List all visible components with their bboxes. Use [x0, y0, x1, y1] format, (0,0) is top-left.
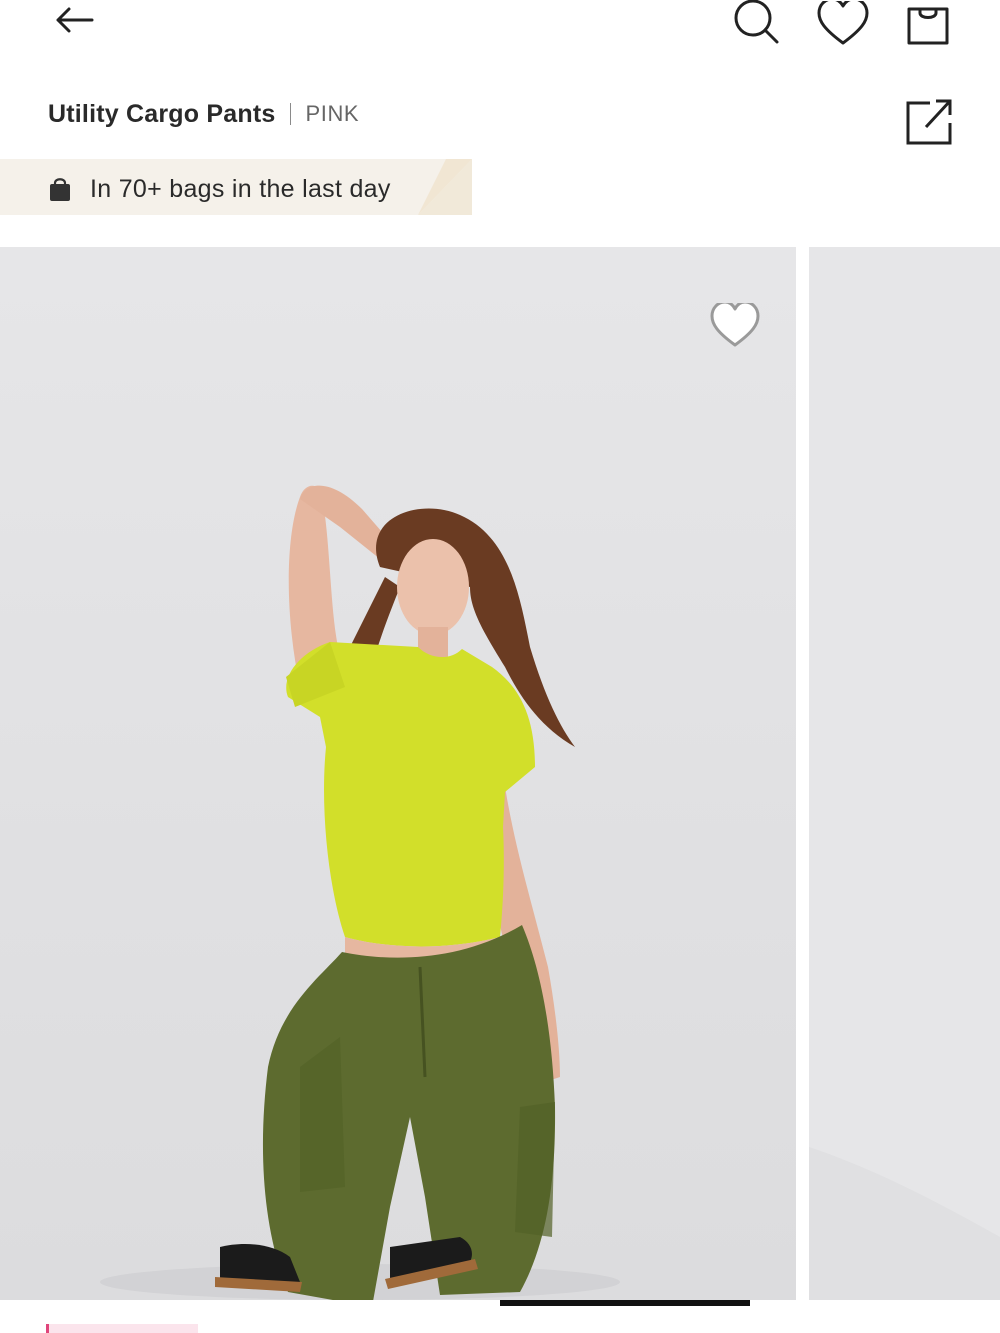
back-button[interactable]: [46, 0, 102, 40]
bag-button[interactable]: [900, 0, 956, 48]
product-image[interactable]: [0, 247, 796, 1301]
product-title: Utility Cargo Pants: [48, 99, 276, 128]
wishlist-button[interactable]: [814, 0, 872, 48]
title-divider: [290, 103, 292, 125]
search-button[interactable]: [726, 0, 784, 48]
color-swatch-marker: [46, 1324, 49, 1333]
search-icon: [734, 0, 779, 44]
social-proof-text: In 70+ bags in the last day: [90, 175, 391, 203]
arrow-left-icon: [56, 7, 94, 33]
heart-icon: [817, 1, 869, 45]
carousel-indicator-active[interactable]: [500, 1300, 750, 1306]
share-button[interactable]: [902, 96, 956, 146]
brand-label[interactable]: PINK: [305, 101, 359, 127]
favorite-button[interactable]: [705, 298, 765, 354]
shopping-bag-icon: [48, 178, 72, 202]
product-title-row: Utility Cargo Pants PINK: [48, 96, 359, 132]
share-icon: [906, 99, 952, 145]
shopping-bag-icon: [907, 7, 949, 45]
color-swatch-strip: [46, 1324, 198, 1333]
product-image-next[interactable]: [809, 247, 1000, 1301]
heart-outline-icon: [710, 303, 760, 347]
